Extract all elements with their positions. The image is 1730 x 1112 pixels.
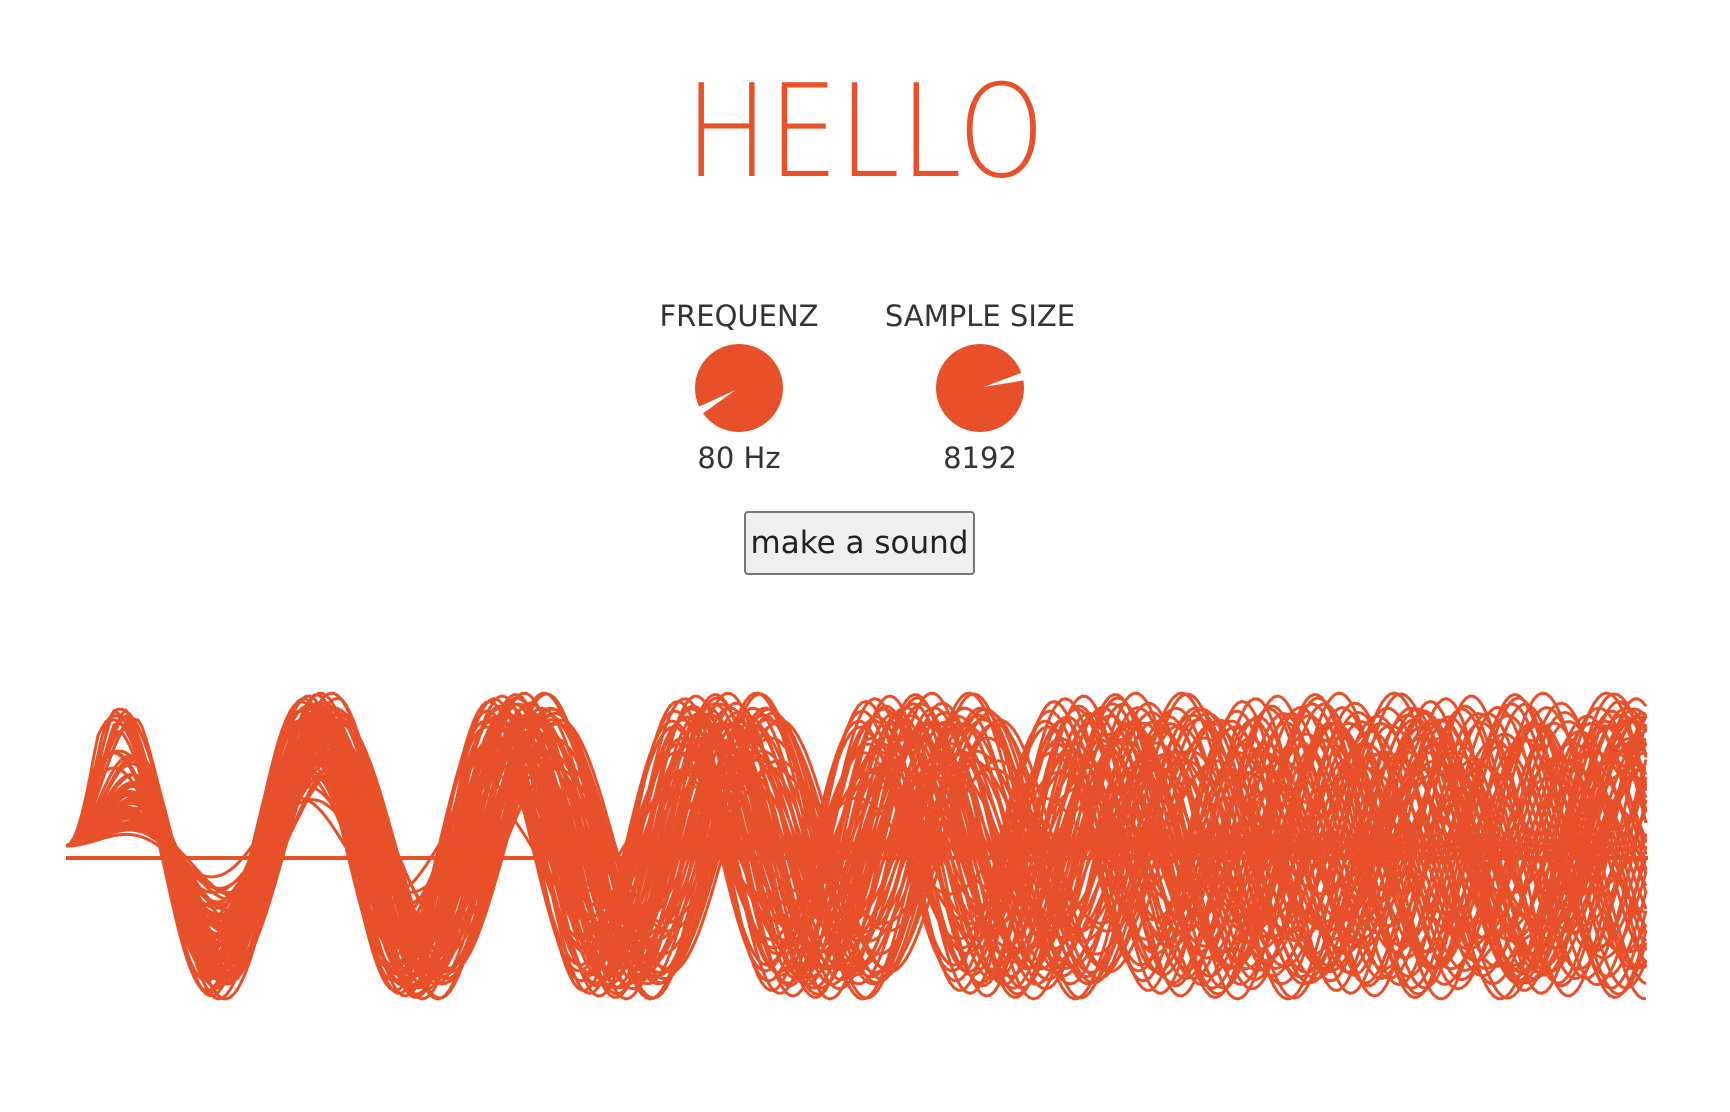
page-title: HELLO (0, 56, 1730, 206)
sample-size-label: SAMPLE SIZE (884, 299, 1076, 333)
frequency-control: FREQUENZ 80 Hz (619, 296, 859, 478)
page-title-lettering: HELLO (685, 58, 1045, 206)
frequency-knob[interactable] (693, 342, 785, 434)
page-title-text: HELLO (685, 58, 1045, 206)
sample-size-value: 8192 (943, 441, 1017, 475)
knob-disc (936, 344, 1024, 432)
knob-disc (695, 344, 783, 432)
sample-size-control: SAMPLE SIZE 8192 (860, 296, 1100, 478)
frequency-value: 80 Hz (697, 441, 781, 475)
make-sound-button[interactable]: make a sound (744, 511, 975, 575)
waveform-visualization (66, 691, 1648, 1001)
frequency-label: FREQUENZ (659, 299, 819, 333)
sample-size-knob[interactable] (934, 342, 1026, 434)
